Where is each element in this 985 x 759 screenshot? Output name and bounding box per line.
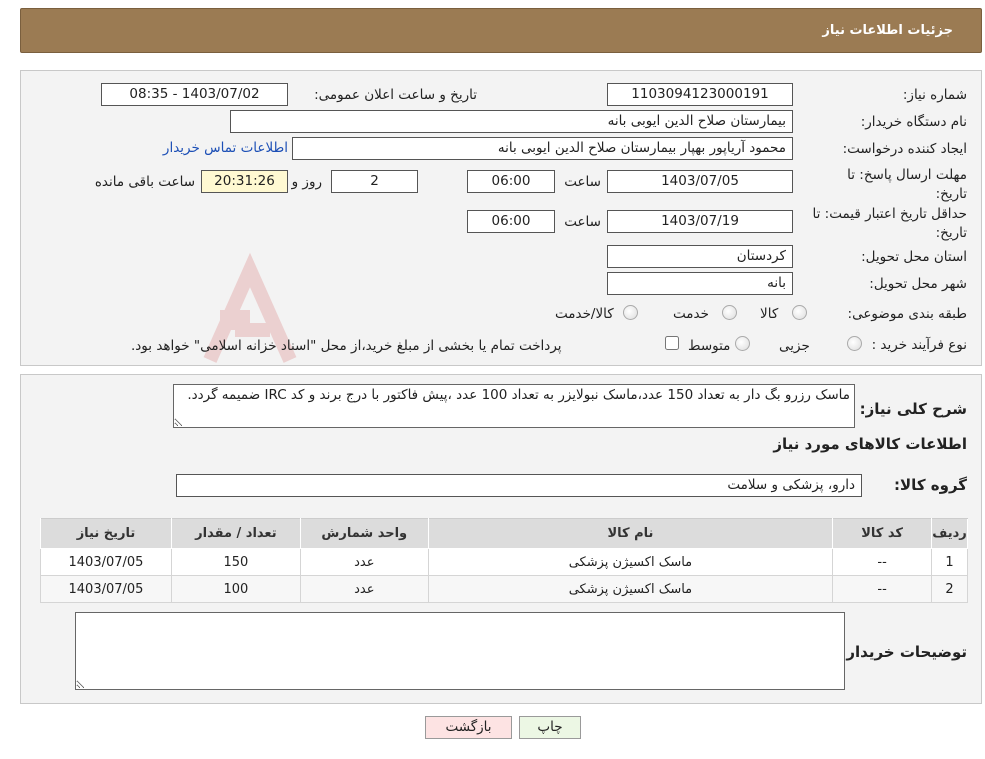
col-date-header: تاریخ نیاز (40, 518, 172, 549)
description-label: شرح کلی نیاز: (859, 400, 967, 418)
description-textarea[interactable]: ماسک رزرو بگ دار به تعداد 150 عدد،ماسک ن… (173, 384, 855, 428)
category-label: طبقه بندی موضوعی: (847, 306, 967, 322)
goods-section-title: اطلاعات کالاهای مورد نیاز (773, 435, 967, 453)
cell-qty: 150 (170, 548, 301, 576)
cell-date: 1403/07/05 (40, 548, 172, 576)
category-option-service: خدمت (673, 306, 709, 322)
city-label: شهر محل تحویل: (869, 276, 967, 292)
cell-row: 2 (931, 575, 968, 603)
buyer-notes-label: توضیحات خریدار: (840, 643, 967, 661)
announce-datetime-label: تاریخ و ساعت اعلان عمومی: (314, 87, 477, 103)
announce-datetime-field: 1403/07/02 - 08:35 (101, 83, 288, 106)
category-radio-service[interactable] (722, 305, 737, 320)
cell-code: -- (832, 575, 933, 603)
cell-unit: عدد (299, 575, 429, 603)
category-radio-goods-service[interactable] (623, 305, 638, 320)
col-unit-header: واحد شمارش (299, 518, 429, 549)
validity-label: حداقل تاریخ اعتبار قیمت: تا تاریخ: (812, 206, 967, 241)
remaining-label: ساعت باقی مانده (94, 174, 195, 190)
validity-time-label: ساعت (564, 214, 601, 230)
process-note: پرداخت تمام یا بخشی از مبلغ خرید،از محل … (131, 338, 562, 354)
validity-date-field: 1403/07/19 (607, 210, 793, 233)
cell-name: ماسک اکسیژن پزشکی (427, 548, 834, 576)
province-field: کردستان (607, 245, 793, 268)
back-button[interactable]: بازگشت (425, 716, 512, 739)
buyer-org-field: بیمارستان صلاح الدین ایوبی بانه (230, 110, 793, 133)
col-row-header: ردیف (931, 518, 968, 549)
cell-unit: عدد (299, 548, 429, 576)
deadline-time-label: ساعت (564, 174, 601, 190)
category-option-goods-service: کالا/خدمت (555, 306, 614, 322)
process-type-label: نوع فرآیند خرید : (871, 337, 967, 353)
city-field: بانه (607, 272, 793, 295)
province-label: استان محل تحویل: (861, 249, 967, 265)
requester-field: محمود آریاپور بهپار بیمارستان صلاح الدین… (292, 137, 793, 160)
print-button[interactable]: چاپ (519, 716, 581, 739)
remaining-time-field: 20:31:26 (201, 170, 288, 193)
goods-group-field: دارو، پزشکی و سلامت (176, 474, 862, 497)
treasury-checkbox[interactable] (665, 336, 679, 350)
deadline-date-field: 1403/07/05 (607, 170, 793, 193)
cell-date: 1403/07/05 (40, 575, 172, 603)
process-radio-small[interactable] (847, 336, 862, 351)
cell-row: 1 (931, 548, 968, 576)
col-name-header: نام کالا (427, 518, 834, 549)
process-option-medium: متوسط (688, 338, 731, 354)
days-label: روز و (291, 174, 322, 190)
deadline-label: مهلت ارسال پاسخ: تا تاریخ: (847, 167, 967, 202)
buyer-notes-textarea[interactable] (75, 612, 845, 690)
days-remaining-field: 2 (331, 170, 418, 193)
page-title: جزئیات اطلاعات نیاز (822, 23, 953, 38)
cell-qty: 100 (170, 575, 301, 603)
buyer-org-label: نام دستگاه خریدار: (860, 114, 967, 130)
page-header: جزئیات اطلاعات نیاز (20, 8, 982, 53)
need-number-field: 1103094123000191 (607, 83, 793, 106)
goods-table: ردیف کد کالا نام کالا واحد شمارش تعداد /… (40, 518, 968, 603)
process-option-small: جزیی (779, 338, 810, 354)
buyer-contact-link[interactable]: اطلاعات تماس خریدار (163, 140, 288, 156)
category-radio-goods[interactable] (792, 305, 807, 320)
col-code-header: کد کالا (832, 518, 933, 549)
goods-group-label: گروه کالا: (894, 476, 967, 494)
table-row: 2 -- ماسک اکسیژن پزشکی عدد 100 1403/07/0… (40, 575, 968, 603)
col-qty-header: تعداد / مقدار (170, 518, 301, 549)
table-row: 1 -- ماسک اکسیژن پزشکی عدد 150 1403/07/0… (40, 548, 968, 576)
process-radio-medium[interactable] (735, 336, 750, 351)
requester-label: ایجاد کننده درخواست: (842, 141, 967, 157)
goods-table-header-row: ردیف کد کالا نام کالا واحد شمارش تعداد /… (40, 518, 968, 549)
cell-name: ماسک اکسیژن پزشکی (427, 575, 834, 603)
category-option-goods: کالا (760, 306, 779, 322)
need-number-label: شماره نیاز: (902, 87, 967, 103)
cell-code: -- (832, 548, 933, 576)
deadline-time-field: 06:00 (467, 170, 555, 193)
validity-time-field: 06:00 (467, 210, 555, 233)
